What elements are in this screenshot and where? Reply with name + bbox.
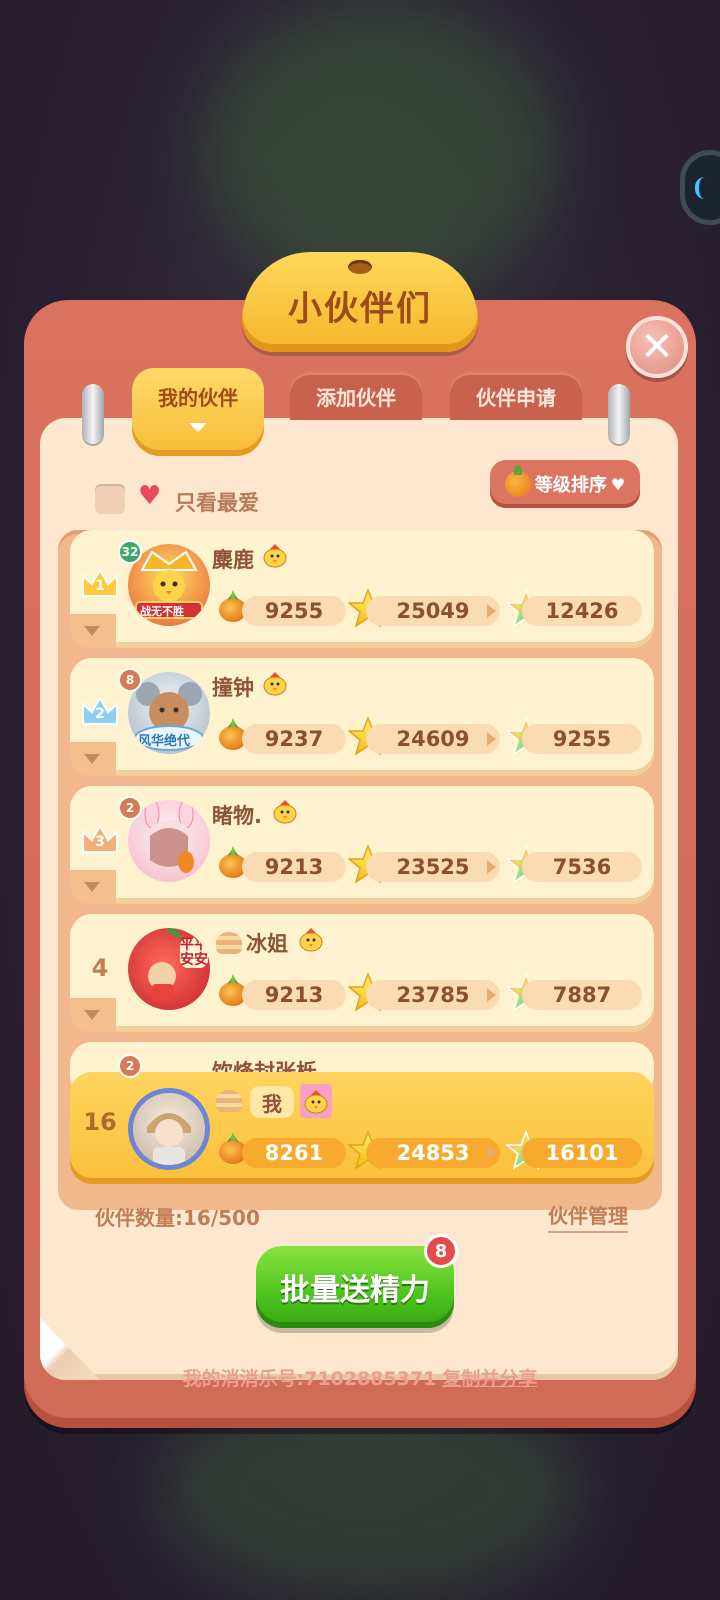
crown-bronze-icon: 3: [80, 822, 120, 856]
fruit-count: 9255: [242, 596, 346, 626]
fruit-count: 9237: [242, 724, 346, 754]
chick-pet-icon: [260, 668, 290, 698]
rainbow-star-count: 7536: [522, 852, 642, 882]
rainbow-star-count: 12426: [522, 596, 642, 626]
avatar-frame-label: 战无不胜: [140, 605, 184, 618]
heart-icon: ♥: [138, 481, 162, 511]
friend-name: 麋鹿: [212, 548, 254, 572]
cake-icon: [216, 1090, 242, 1112]
friend-row-2[interactable]: 2 8 风华绝代 撞钟 9237 24609 9255: [70, 658, 654, 776]
level-badge: 2: [118, 1054, 142, 1078]
sort-button[interactable]: 等级排序 ♥: [490, 460, 640, 508]
friend-row-4[interactable]: 4 平平安安 冰姐 9213 23785 7887: [70, 914, 654, 1032]
crown-silver-icon: 2: [80, 694, 120, 728]
friend-count: 伙伴数量:16/500: [95, 1206, 260, 1230]
rainbow-star-count: 7887: [522, 980, 642, 1010]
avatar-frame-label: 平平安安: [180, 937, 208, 968]
level-badge: 32: [118, 540, 142, 564]
avatar-frame-label: 风华绝代: [138, 734, 191, 749]
fruit-icon: [504, 465, 531, 497]
tab-my-friends[interactable]: 我的伙伴: [132, 368, 264, 456]
binder-ring-right: [608, 384, 630, 444]
my-rank: 16: [83, 1108, 117, 1136]
my-rainbow-star-count: 16101: [522, 1138, 642, 1168]
panel-title: 小伙伴们: [242, 252, 478, 352]
rainbow-star-count: 9255: [522, 724, 642, 754]
friend-row-1[interactable]: 1 32 战无不胜 麋鹿 9255 25049 12426: [70, 530, 654, 648]
tab-friend-requests[interactable]: 伙伴申请: [450, 372, 582, 420]
copy-share-link[interactable]: 复制并分享: [442, 1368, 537, 1390]
pet-frame: [300, 1084, 332, 1118]
footer: 我的消消乐号:7102885371 复制并分享: [0, 1364, 720, 1391]
chick-pet-icon: [301, 1086, 331, 1116]
me-label: 我: [250, 1086, 294, 1118]
batch-send-energy-button[interactable]: 批量送精力: [256, 1246, 454, 1328]
tab-add-friends[interactable]: 添加伙伴: [290, 372, 422, 420]
chevron-down-icon: [189, 423, 207, 432]
crown-gold-icon: 1: [80, 566, 120, 600]
friend-name: 睹物.: [212, 804, 262, 828]
friend-row-3[interactable]: 3 2 睹物. 9213 23525 7536: [70, 786, 654, 904]
player-id: 我的消消乐号:7102885371: [182, 1368, 437, 1390]
level-badge: 8: [118, 668, 142, 692]
binder-ring-left: [82, 384, 104, 444]
chick-pet-icon: [270, 796, 300, 826]
my-row[interactable]: 16 我 8261 24853 16101: [70, 1072, 654, 1184]
star-count[interactable]: 24609: [366, 724, 500, 754]
friend-name: 冰姐: [246, 932, 288, 956]
star-count[interactable]: 23785: [366, 980, 500, 1010]
notification-badge: 8: [424, 1234, 458, 1268]
chick-pet-icon: [296, 924, 326, 954]
favorites-checkbox[interactable]: [95, 484, 125, 514]
close-button[interactable]: ✕: [626, 316, 688, 378]
my-fruit-count: 8261: [242, 1138, 346, 1168]
chick-pet-icon: [260, 540, 290, 570]
manage-friends-link[interactable]: 伙伴管理: [548, 1200, 628, 1233]
cake-icon: [216, 932, 242, 954]
star-count[interactable]: 23525: [366, 852, 500, 882]
fruit-count: 9213: [242, 980, 346, 1010]
rank-number: 4: [91, 954, 109, 982]
favorites-filter-label[interactable]: 只看最爱: [175, 487, 259, 517]
close-icon: ✕: [640, 324, 674, 370]
fruit-count: 9213: [242, 852, 346, 882]
star-count[interactable]: 25049: [366, 596, 500, 626]
my-star-count[interactable]: 24853: [366, 1138, 500, 1168]
side-menu-toggle[interactable]: [680, 150, 720, 225]
level-badge: 2: [118, 796, 142, 820]
my-avatar[interactable]: [128, 1088, 210, 1170]
heart-icon: ♥: [610, 474, 626, 494]
friend-name: 撞钟: [212, 676, 254, 700]
avatar[interactable]: 平平安安: [128, 928, 210, 1010]
